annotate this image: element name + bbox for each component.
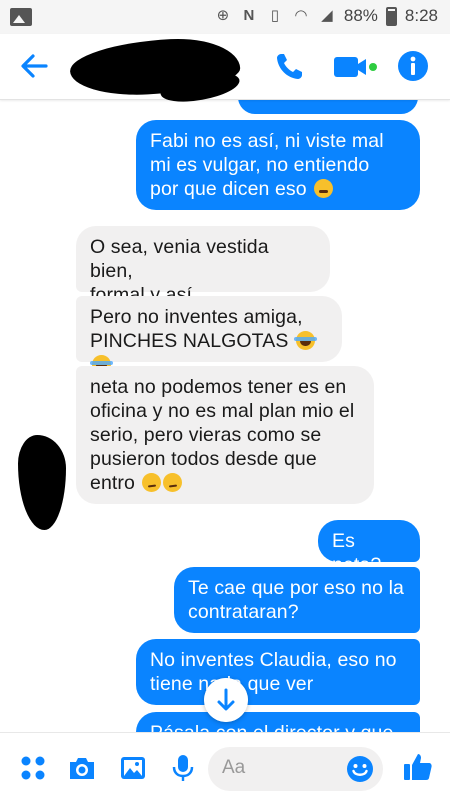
unamused-face-emoji — [163, 473, 183, 492]
message-text: neta no podemos tener es en oficina y no… — [90, 376, 355, 494]
message-text: Pero no inventes amiga, PINCHES NALGOTAS — [90, 306, 303, 352]
arrow-down-icon[interactable] — [204, 678, 248, 722]
video-camera-icon[interactable] — [332, 52, 378, 82]
unamused-face-emoji — [142, 473, 162, 492]
message-bubble-incoming[interactable]: neta no podemos tener es en oficina y no… — [76, 366, 374, 504]
phone-icon[interactable] — [274, 50, 306, 82]
message-text: Fabi no es así, ni viste mal mi es vulga… — [150, 130, 384, 200]
vibrate-icon: ▯ — [270, 7, 279, 24]
message-bubble-outgoing[interactable]: Te cae que por eso no la contrataran? — [174, 567, 420, 633]
status-bar: ⊕ N ▯ ◠ ◢ 88% 8:28 — [0, 0, 450, 34]
data-saver-icon: ⊕ — [216, 7, 230, 24]
conversation-header — [0, 34, 450, 107]
redacted-avatar — [18, 435, 66, 530]
message-list[interactable]: Fabi no es así, ni viste mal mi es vulga… — [0, 100, 450, 732]
microphone-icon[interactable] — [168, 753, 198, 783]
wifi-icon: ◠ — [294, 7, 308, 24]
message-bubble-outgoing[interactable]: Es neta? — [318, 520, 420, 576]
message-bubble-partial[interactable] — [238, 100, 418, 114]
battery-icon — [385, 6, 397, 26]
smiley-icon[interactable] — [346, 755, 374, 783]
thinking-face-emoji — [314, 179, 334, 198]
gallery-notification-icon — [10, 8, 32, 26]
status-indicators: ⊕ N ▯ ◠ ◢ 88% 8:28 — [214, 6, 438, 26]
message-text: Pásala con el director y que — [150, 722, 393, 732]
battery-percent: 88% — [343, 6, 378, 25]
tears-of-joy-emoji — [293, 331, 317, 350]
message-bubble-outgoing[interactable]: Fabi no es así, ni viste mal mi es vulga… — [136, 120, 420, 210]
clock: 8:28 — [404, 6, 438, 25]
thumbs-up-icon[interactable] — [402, 751, 434, 783]
message-text: No inventes Claudia, eso no tiene nada q… — [150, 649, 397, 695]
message-bubble-incoming[interactable]: O sea, venia vestida bien, formal y así — [76, 226, 330, 306]
back-arrow-icon[interactable] — [16, 48, 52, 84]
photo-icon[interactable] — [118, 753, 148, 783]
camera-icon[interactable] — [67, 753, 97, 783]
message-bubble-incoming[interactable]: Pero no inventes amiga, PINCHES NALGOTAS — [76, 296, 342, 374]
message-text: Te cae que por eso no la contrataran? — [188, 577, 404, 623]
message-bubble-outgoing[interactable]: No inventes Claudia, eso no tiene nada q… — [136, 639, 420, 705]
message-bubble-outgoing[interactable]: Pásala con el director y que — [136, 712, 420, 732]
nfc-icon: N — [243, 7, 255, 24]
signal-icon: ◢ — [321, 7, 333, 24]
composer-bar: Aa — [0, 732, 450, 800]
info-icon[interactable] — [396, 49, 430, 83]
message-input-placeholder: Aa — [222, 757, 246, 778]
grid-dots-icon[interactable] — [18, 753, 48, 783]
